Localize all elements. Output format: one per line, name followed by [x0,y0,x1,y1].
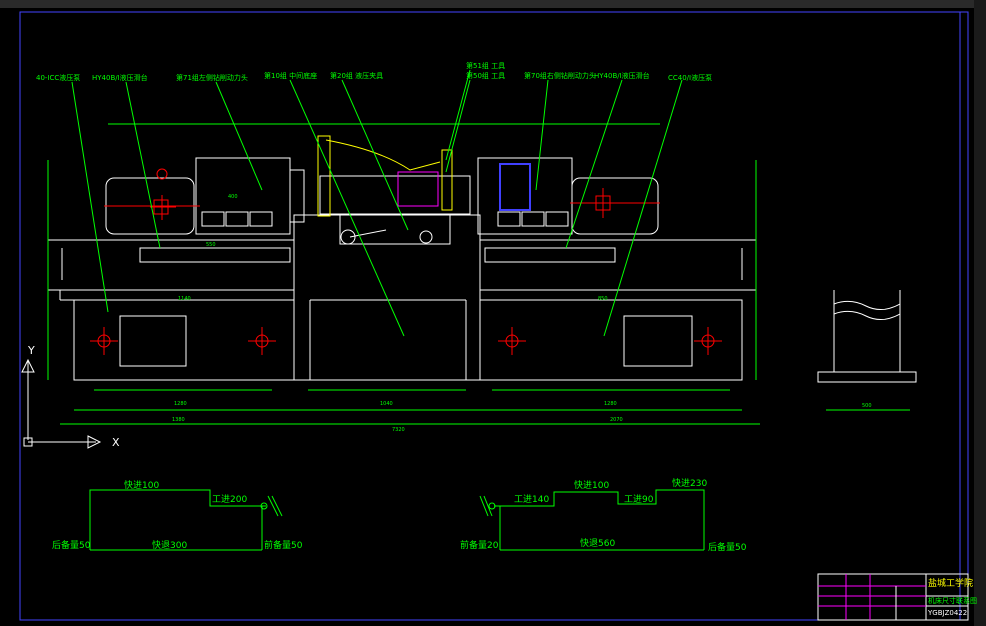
dim-left-base: 1280 [174,401,187,407]
label-powerhead-left: 第71组左侧钻削动力头 [176,73,248,82]
left-base-window [119,315,187,367]
dim-right-base: 1280 [604,401,617,407]
dim-foot: 500 [862,403,872,409]
right-base-window [623,315,693,367]
left-front-reserve: 前备量50 [264,539,303,551]
label-fixture: 第20组 液压夹具 [330,71,383,80]
right-rapid-back: 快退560 [580,537,615,549]
right-rear-reserve: 后备量50 [708,541,747,553]
dimension-lines [47,123,910,425]
right-work-feed-1: 工进140 [514,494,549,505]
title-code: YGBJZ0422 [927,609,967,617]
drawing-canvas: 40-ICC液压泵 HY40B/I液压滑台 第71组左侧钻削动力头 第10组 中… [0,0,986,626]
dim-stub-3: 1140 [178,296,191,302]
right-motor [571,177,659,235]
right-rapid-fwd: 快进100 [574,479,609,491]
dim-mid-base: 1040 [380,401,393,407]
left-slide [139,247,291,263]
callout-labels: 40-ICC液压泵 HY40B/I液压滑台 第71组左侧钻削动力头 第10组 中… [36,61,712,82]
title-drawing: 机床尺寸联系图 [928,596,977,605]
dim-stub-2: 550 [206,242,216,248]
right-slide [484,247,616,263]
right-work-feed-2: 工进90 [624,494,654,505]
left-powerhead [195,157,291,235]
label-tool-51: 第51组 工具 [466,61,505,70]
support-foot [817,290,917,383]
label-middle-base: 第10组 中间底座 [264,71,317,80]
left-rear-reserve: 后备量50 [52,539,91,551]
left-work-feed: 工进200 [212,494,247,505]
dim-stub-1: 400 [228,194,238,200]
label-pump-right: CC40/I液压泵 [668,73,712,82]
axis-x-label: X [112,436,120,449]
label-powerhead-right: 第70组右侧钻削动力头 [524,71,596,80]
left-rapid-back: 快退300 [152,539,187,551]
dim-left-total: 1380 [172,417,185,423]
axis-y-label: Y [27,344,35,357]
label-slide-left: HY40B/I液压滑台 [92,73,148,82]
title-school: 盐城工学院 [928,577,973,589]
top-border [0,0,986,8]
right-border [974,0,986,626]
label-slide-right: HY40B/I液压滑台 [594,71,650,80]
fixture [319,175,471,215]
left-rapid-fwd: 快进100 [124,479,159,491]
dim-overall: 7320 [392,427,405,433]
right-front-reserve: 前备量20 [460,539,499,551]
right-rapid-fwd-2: 快进230 [672,477,707,489]
left-base [73,299,295,381]
label-pump-left: 40-ICC液压泵 [36,73,80,82]
fixture-details [317,135,531,245]
label-tool-50: 第50组 工具 [466,71,505,80]
right-powerhead [477,157,573,235]
dimension-texts: 7320 1280 1040 1280 1380 2070 500 400 55… [172,194,872,433]
ucs-icon [21,358,102,449]
machine-bases [47,157,757,381]
dim-stub-4: 850 [598,296,608,302]
dim-right-total: 2070 [610,417,623,423]
